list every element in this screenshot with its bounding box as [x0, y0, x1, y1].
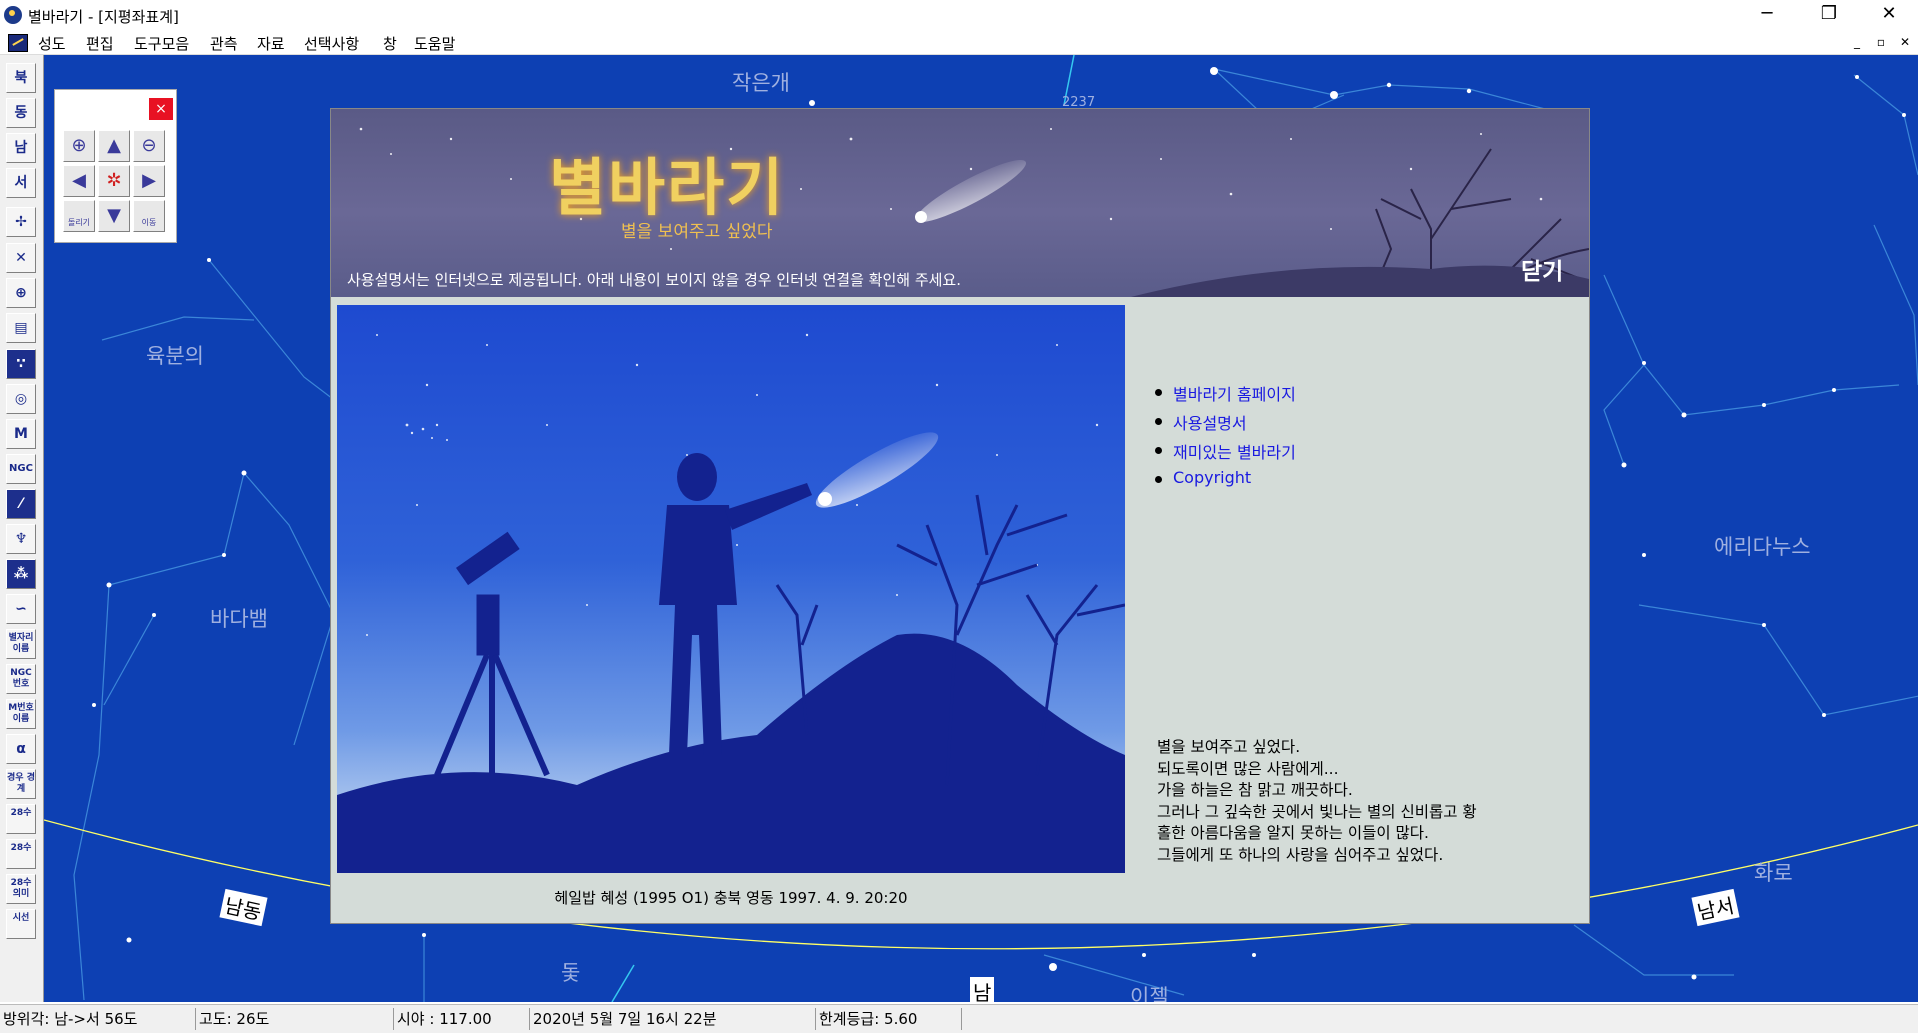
internet-notice: 사용설명서는 인터넷으로 제공됩니다. 아래 내용이 보이지 않을 경우 인터넷…: [347, 271, 961, 289]
nebula-button[interactable]: ♆: [6, 524, 36, 554]
maximize-button[interactable]: ❐: [1806, 0, 1852, 30]
poem-line: 가을 하늘은 참 맑고 깨끗하다.: [1157, 781, 1353, 799]
menu-star-chart[interactable]: 성도: [38, 33, 66, 54]
menu-observe[interactable]: 관측: [210, 33, 238, 54]
zoom-in-icon[interactable]: ⊕: [63, 130, 95, 162]
ngc-button[interactable]: NGC: [6, 454, 36, 484]
ecliptic-button[interactable]: ∽: [6, 594, 36, 624]
constellation-label: 작은개: [732, 71, 790, 95]
welcome-window: 별바라기 별을 보여주고 싶었다 사용설명서는 인터넷으로 제공됩니다. 아래 …: [330, 108, 1590, 924]
palette-close-button[interactable]: ×: [149, 98, 173, 120]
mdi-minimize-button[interactable]: _: [1848, 33, 1866, 51]
boundaries-button[interactable]: 경우 경계: [6, 769, 36, 799]
menu-options[interactable]: 선택사항: [304, 33, 359, 54]
view-south-button[interactable]: 남: [6, 133, 36, 163]
altitude-status: 고도: 26도: [196, 1008, 394, 1030]
welcome-close-button[interactable]: 닫기: [1521, 252, 1563, 286]
move-up-icon[interactable]: ▲: [98, 130, 130, 162]
galaxy-button[interactable]: ◎: [6, 384, 36, 414]
milky-way-button[interactable]: ⁄: [6, 489, 36, 519]
constellation-lines-button[interactable]: ✕: [6, 243, 36, 273]
menu-bar: 성도 편집 도구모음 관측 자료 선택사항 창 도움말 _ ▫ ✕: [0, 30, 1918, 55]
zoom-out-icon[interactable]: ⊖: [133, 130, 165, 162]
horizon-south-label: 남: [970, 977, 995, 1002]
datetime-status: 2020년 5월 7일 16시 22분: [530, 1008, 816, 1030]
fov-status: 시야 : 117.00: [394, 1008, 530, 1030]
constellation-label: 바다뱀: [210, 607, 268, 631]
line-of-sight-button[interactable]: 시선: [6, 909, 36, 939]
poem-line: 홀한 아름다움을 알지 못하는 이들이 많다.: [1157, 824, 1429, 842]
poem-line: 그들에게 또 하나의 사랑을 심어주고 싶었다.: [1157, 845, 1444, 864]
manual-link[interactable]: 사용설명서: [1151, 410, 1296, 439]
lunar-mansions-2-button[interactable]: 28수: [6, 839, 36, 869]
lunar-mansions-meaning-button[interactable]: 28수 의미: [6, 874, 36, 904]
menu-window[interactable]: 창: [383, 33, 397, 54]
constellation-label: 육분의: [146, 344, 204, 368]
deep-sky-button[interactable]: ⁂: [6, 559, 36, 589]
lunar-mansions-button[interactable]: 28수: [6, 804, 36, 834]
messier-names-button[interactable]: M번호 이름: [6, 699, 36, 729]
alpha-button[interactable]: α: [6, 734, 36, 764]
poem-line: 되도록이면 많은 사람에게...: [1157, 759, 1339, 778]
azimuth-status: 방위각: 남->서 56도: [0, 1008, 196, 1030]
menu-toolbars[interactable]: 도구모음: [134, 33, 189, 54]
mdi-restore-button[interactable]: ▫: [1872, 33, 1890, 51]
move-right-icon[interactable]: ▶: [133, 165, 165, 197]
menu-help[interactable]: 도움말: [414, 33, 455, 54]
constellation-label: 화로: [1754, 861, 1793, 885]
left-toolbar: 북 동 남 서 ✢ ✕ ⊕ ▤ ∵ ◎ M NGC ⁄ ♆ ⁂ ∽ 별자리 이름…: [0, 55, 44, 1002]
comet-photo-image: [337, 333, 1125, 873]
move-down-icon[interactable]: ▼: [98, 200, 130, 232]
move-left-icon[interactable]: ◀: [63, 165, 95, 197]
homepage-link[interactable]: 별바라기 홈페이지: [1151, 381, 1296, 410]
app-icon[interactable]: [4, 6, 22, 24]
view-east-button[interactable]: 동: [6, 98, 36, 128]
navigation-palette: × ⊕ ▲ ⊖ ◀ ✲ ▶ 돌리기 ▼ 이동: [54, 89, 177, 243]
banner-subtitle: 별을 보여주고 싶었다: [621, 222, 773, 242]
fun-link[interactable]: 재미있는 별바라기: [1151, 439, 1296, 468]
center-target-icon[interactable]: ✲: [98, 165, 130, 197]
constellation-names-button[interactable]: 별자리 이름: [6, 629, 36, 659]
constellation-label: 이젤: [1130, 985, 1169, 1002]
title-bar: 별바라기 - [지평좌표계] ─ ❐ ✕: [0, 0, 1918, 30]
poem-line: 별을 보여주고 싶었다.: [1157, 738, 1301, 756]
mdi-close-button[interactable]: ✕: [1896, 33, 1914, 51]
ngc-number-button[interactable]: NGC 번호: [6, 664, 36, 694]
view-west-button[interactable]: 서: [6, 168, 36, 198]
photo-caption: 헤일밥 혜성 (1995 O1) 충북 영동 1997. 4. 9. 20:20: [554, 889, 908, 907]
banner: 별바라기 별을 보여주고 싶었다 사용설명서는 인터넷으로 제공됩니다. 아래 …: [331, 109, 1589, 297]
constellation-label: 돛: [561, 961, 581, 985]
banner-title: 별바라기: [549, 151, 786, 224]
grid-globe-button[interactable]: ⊕: [6, 278, 36, 308]
window-title: 별바라기 - [지평좌표계]: [28, 8, 179, 26]
close-button[interactable]: ✕: [1866, 0, 1912, 30]
constellation-label: 에리다누스: [1714, 535, 1811, 559]
poem-line: 그러나 그 깊숙한 곳에서 빛나는 별의 신비롭고 황: [1157, 802, 1477, 821]
intro-poem: 별을 보여주고 싶었다. 되도록이면 많은 사람에게... 가을 하늘은 참 맑…: [1157, 737, 1477, 866]
minimize-button[interactable]: ─: [1744, 0, 1790, 30]
rotate-button[interactable]: 돌리기: [63, 200, 95, 232]
move-button[interactable]: 이동: [133, 200, 165, 232]
copyright-link[interactable]: Copyright: [1151, 468, 1296, 497]
link-list: 별바라기 홈페이지 사용설명서 재미있는 별바라기 Copyright: [1151, 381, 1296, 497]
status-bar: 방위각: 남->서 56도 고도: 26도 시야 : 117.00 2020년 …: [0, 1004, 1918, 1033]
menu-edit[interactable]: 편집: [86, 33, 114, 54]
document-icon[interactable]: [8, 34, 28, 52]
view-north-button[interactable]: 북: [6, 63, 36, 93]
starfield-button[interactable]: ∵: [6, 349, 36, 379]
center-icon-button[interactable]: ✢: [6, 207, 36, 237]
comet-photo: [337, 305, 1125, 873]
limit-magnitude-status: 한계등급: 5.60: [816, 1008, 962, 1030]
messier-button[interactable]: M: [6, 419, 36, 449]
menu-data[interactable]: 자료: [257, 33, 285, 54]
print-button[interactable]: ▤: [6, 313, 36, 343]
